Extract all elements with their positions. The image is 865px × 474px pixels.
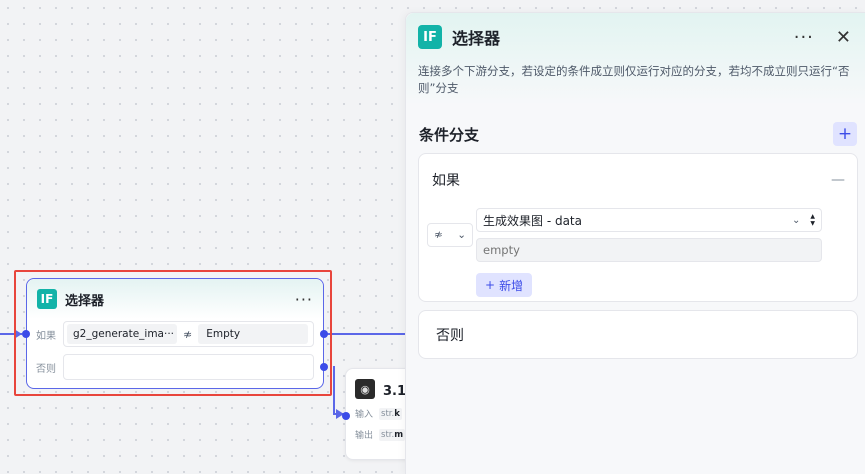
else-branch-label: 否则	[436, 327, 464, 344]
node-title: 选择器	[65, 293, 105, 309]
add-condition-label: 新增	[499, 278, 524, 293]
remove-branch-icon[interactable]: —	[831, 172, 845, 188]
output-type: str.	[381, 429, 395, 440]
branch-section-header: 条件分支 +	[406, 105, 865, 146]
else-box	[63, 354, 314, 380]
input-label: 输入	[355, 410, 374, 420]
not-equal-icon: ≉	[434, 229, 443, 241]
condition-value: Empty	[198, 324, 309, 344]
chevron-down-icon: ⌄	[457, 229, 466, 241]
panel-header: IF 选择器 ··· ✕ 连接多个下游分支，若设定的条件成立则仅运行对应的分支，…	[406, 13, 865, 105]
input-value: k	[394, 408, 400, 419]
stepper-icon[interactable]: ▲ ▼	[810, 213, 815, 227]
plus-icon: +	[485, 278, 496, 292]
operator-select[interactable]: ≉ ⌄	[427, 223, 473, 247]
not-equal-icon: ≉	[183, 327, 193, 341]
variable-select[interactable]: 生成效果图 - data ⌄ ▲ ▼	[476, 208, 822, 232]
input-type: str.	[381, 408, 395, 419]
next-node-input-port[interactable]	[342, 412, 350, 420]
value-input[interactable]	[476, 238, 822, 262]
variable-select-value: 生成效果图 - data	[483, 213, 582, 228]
condition-variable: g2_generate_ima···	[67, 324, 177, 344]
if-branch-label: 如果	[432, 173, 460, 189]
if-icon: IF	[418, 25, 442, 49]
else-branch-card: 否则	[418, 310, 858, 359]
selector-settings-panel: IF 选择器 ··· ✕ 连接多个下游分支，若设定的条件成立则仅运行对应的分支，…	[405, 12, 865, 474]
section-title: 条件分支	[419, 125, 480, 144]
condition-editor: ≉ ⌄ 生成效果图 - data ⌄ ▲▼ + 新增	[419, 190, 857, 297]
output-label: 输出	[355, 431, 374, 441]
add-condition-button[interactable]: + 新增	[476, 273, 533, 297]
more-icon[interactable]: ···	[295, 290, 313, 309]
more-icon[interactable]: ···	[794, 27, 814, 48]
if-icon: IF	[37, 289, 57, 309]
selector-node[interactable]: IF 选择器 ··· 如果 g2_generate_ima··· ≉ Empty…	[22, 278, 328, 389]
if-label: 如果	[36, 330, 56, 342]
else-label: 否则	[36, 363, 56, 375]
node-if-row: 如果 g2_generate_ima··· ≉ Empty	[27, 319, 323, 349]
input-type-chip: str.k	[379, 407, 402, 420]
edge-if-branch	[326, 333, 406, 335]
close-icon[interactable]: ✕	[836, 27, 851, 48]
input-port[interactable]	[22, 330, 30, 338]
output-value: m	[394, 429, 404, 440]
panel-description: 连接多个下游分支，若设定的条件成立则仅运行对应的分支，若均不成立则只运行“否则”…	[418, 64, 850, 95]
add-branch-button[interactable]: +	[833, 122, 857, 146]
output-type-chip: str.m	[379, 428, 406, 441]
else-output-port[interactable]	[320, 363, 328, 371]
panel-title: 选择器	[452, 29, 501, 48]
if-branch-card: 如果 — ≉ ⌄ 生成效果图 - data ⌄ ▲▼ + 新增	[418, 153, 858, 302]
node-condition[interactable]: g2_generate_ima··· ≉ Empty	[63, 321, 314, 347]
chevron-down-icon: ⌄	[791, 214, 801, 226]
edge-else-branch	[333, 366, 335, 414]
image-model-icon: ◉	[355, 379, 375, 399]
node-header: IF 选择器 ···	[27, 279, 323, 319]
if-output-port[interactable]	[320, 330, 328, 338]
node-else-row: 否则	[27, 352, 323, 382]
